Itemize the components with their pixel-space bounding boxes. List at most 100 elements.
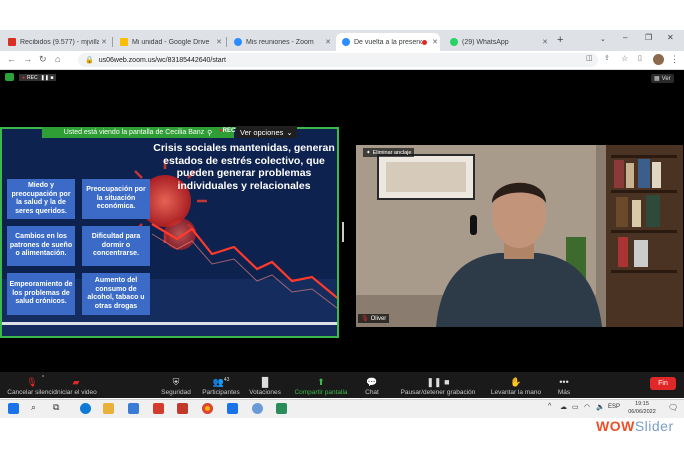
edge-icon[interactable] xyxy=(80,403,91,414)
new-tab-icon[interactable]: + xyxy=(557,34,563,46)
close-icon[interactable]: ✕ xyxy=(323,38,333,46)
share-icon[interactable]: ⇪ xyxy=(604,54,610,62)
slide-box: Aumento del consumo de alcohol, tabaco u… xyxy=(82,273,150,315)
url-bar[interactable]: 🔒 us06web.zoom.us/wc/83185442640/start xyxy=(78,53,598,67)
notifications-icon[interactable]: 🗨 xyxy=(668,403,678,412)
volume-icon[interactable]: 🔈 xyxy=(596,403,605,411)
tab-label: Recibidos (9.577) - mjvillanu... xyxy=(20,38,99,46)
chat-icon: 💬 xyxy=(366,377,378,387)
pin-icon: ✦ xyxy=(366,149,371,156)
slide-box: Cambios en los patrones de sueño o alime… xyxy=(7,226,75,266)
pause-recording-button[interactable]: ❚❚ ■ Pausar/detener grabación xyxy=(396,372,480,398)
tab-zoom-active[interactable]: De vuelta a la presencia ✕ xyxy=(336,33,440,51)
reload-icon[interactable]: ↻ xyxy=(39,54,47,65)
address-bar-row: ← → ↻ ⌂ 🔒 us06web.zoom.us/wc/83185442640… xyxy=(0,51,684,70)
more-icon: ••• xyxy=(559,377,569,387)
unmute-button[interactable]: 🎙 Cancelar silencio xyxy=(4,372,60,398)
view-options-button[interactable]: Ver opciones ⌄ xyxy=(236,126,297,138)
lock-icon: 🔒 xyxy=(85,57,94,64)
clock[interactable]: 19:15 06/06/2022 xyxy=(626,400,658,416)
search-icon[interactable]: ⌕ xyxy=(31,402,36,413)
participant-video xyxy=(356,145,683,327)
forward-icon[interactable]: → xyxy=(23,54,32,64)
close-icon[interactable]: ✕ xyxy=(430,38,440,46)
tray-chevron-icon[interactable]: ^ xyxy=(548,403,551,410)
view-menu-button[interactable]: ▦ Ver xyxy=(651,74,674,83)
tab-gmail[interactable]: Recibidos (9.577) - mjvillanu... ✕ xyxy=(2,33,109,51)
zoom-icon xyxy=(342,38,350,46)
unpin-button[interactable]: ✦ Eliminar anclaje xyxy=(363,148,415,157)
audio-options-caret[interactable]: ^ xyxy=(36,372,50,398)
profile-avatar[interactable] xyxy=(653,54,664,65)
video-off-icon: ▰ xyxy=(72,377,80,387)
toolbar-label: Chat xyxy=(365,389,379,396)
chat-button[interactable]: 💬 Chat xyxy=(360,372,384,398)
end-meeting-button[interactable]: Fin xyxy=(650,377,676,390)
split-resize-handle[interactable] xyxy=(342,222,344,242)
file-explorer-icon[interactable] xyxy=(103,403,114,414)
side-panel-icon[interactable]: ▯ xyxy=(638,54,642,62)
store-icon[interactable] xyxy=(128,403,139,414)
windows-start-icon[interactable] xyxy=(8,403,19,414)
toolbar-label: Seguridad xyxy=(161,389,191,396)
share-rec-badge: ●REC xyxy=(219,128,236,134)
shared-screen-slide: Crisis sociales mantenidas, generan esta… xyxy=(0,127,339,338)
calculator-icon[interactable] xyxy=(276,403,287,414)
mail-icon[interactable] xyxy=(227,403,238,414)
close-icon[interactable]: ✕ xyxy=(99,38,109,46)
toolbar-label: Votaciones xyxy=(249,389,281,396)
restore-icon[interactable]: ❐ xyxy=(645,33,652,42)
slide-title: Crisis sociales mantenidas, generan esta… xyxy=(153,142,335,192)
app-icon[interactable] xyxy=(252,403,263,414)
participants-button[interactable]: 👥43 Participantes xyxy=(198,372,244,398)
share-rec-label: REC xyxy=(222,128,236,134)
encryption-shield-icon[interactable] xyxy=(5,73,14,81)
participant-name: Oliver xyxy=(370,315,387,322)
tab-search-icon[interactable]: ⌄ xyxy=(600,35,606,43)
camera-indicator-icon[interactable]: ◫ xyxy=(586,54,593,62)
home-icon[interactable]: ⌂ xyxy=(55,54,60,64)
clock-time: 19:15 xyxy=(635,401,649,407)
close-icon[interactable]: ✕ xyxy=(214,38,224,46)
tab-label: (29) WhatsApp xyxy=(462,38,509,46)
recording-dot-icon xyxy=(422,39,427,45)
window-close-icon[interactable]: ✕ xyxy=(667,33,674,42)
tab-label: Mis reuniones - Zoom xyxy=(246,38,314,46)
share-banner-text: Usted está viendo la pantalla de Cecilia… xyxy=(63,129,205,136)
bookmark-star-icon[interactable]: ☆ xyxy=(621,54,628,63)
clock-date: 06/06/2022 xyxy=(628,409,656,415)
back-icon[interactable]: ← xyxy=(7,54,16,64)
recording-badge[interactable]: ● REC ❚❚ ■ xyxy=(19,74,57,81)
polls-button[interactable]: ▐▌ Votaciones xyxy=(246,372,284,398)
tab-label: De vuelta a la presencia xyxy=(354,38,422,46)
share-screen-icon: ⬆ xyxy=(317,377,325,387)
network-icon[interactable]: ◠ xyxy=(584,403,590,411)
participant-name-tag: 🎙 Oliver xyxy=(358,314,390,323)
participants-icon: 👥43 xyxy=(212,377,230,387)
cloud-icon[interactable]: ☁ xyxy=(560,403,567,411)
close-icon[interactable]: ✕ xyxy=(540,38,550,46)
more-button[interactable]: ••• Más xyxy=(554,372,574,398)
app-icon[interactable] xyxy=(177,403,188,414)
security-button[interactable]: ⛨ Seguridad xyxy=(158,372,194,398)
minimize-icon[interactable]: – xyxy=(623,33,627,42)
chrome-icon[interactable] xyxy=(202,403,213,414)
view-options-label: Ver opciones xyxy=(240,127,284,137)
muted-mic-icon: 🎙 xyxy=(361,316,369,322)
tab-drive[interactable]: Mi unidad - Google Drive ✕ xyxy=(114,33,224,51)
app-icon[interactable] xyxy=(153,403,164,414)
tab-zoom-meetings[interactable]: Mis reuniones - Zoom ✕ xyxy=(228,33,333,51)
drive-icon xyxy=(120,38,128,46)
start-video-button[interactable]: ▰ Iniciar el video xyxy=(54,372,98,398)
battery-icon[interactable]: ▭ xyxy=(572,403,579,411)
share-screen-button[interactable]: ⬆ Compartir pantalla xyxy=(290,372,352,398)
toolbar-label: Iniciar el video xyxy=(55,389,97,396)
menu-icon[interactable]: ⋮ xyxy=(670,54,679,65)
browser-tab-bar: Recibidos (9.577) - mjvillanu... ✕ Mi un… xyxy=(0,30,684,51)
tab-label: Mi unidad - Google Drive xyxy=(132,38,210,46)
slide-box: Empeoramiento de los problemas de salud … xyxy=(7,273,75,315)
task-view-icon[interactable]: ⧉ xyxy=(53,402,59,413)
raise-hand-button[interactable]: ✋ Levantar la mano xyxy=(488,372,544,398)
tab-whatsapp[interactable]: (29) WhatsApp ✕ xyxy=(444,33,550,51)
language-indicator[interactable]: ESP xyxy=(608,404,620,410)
